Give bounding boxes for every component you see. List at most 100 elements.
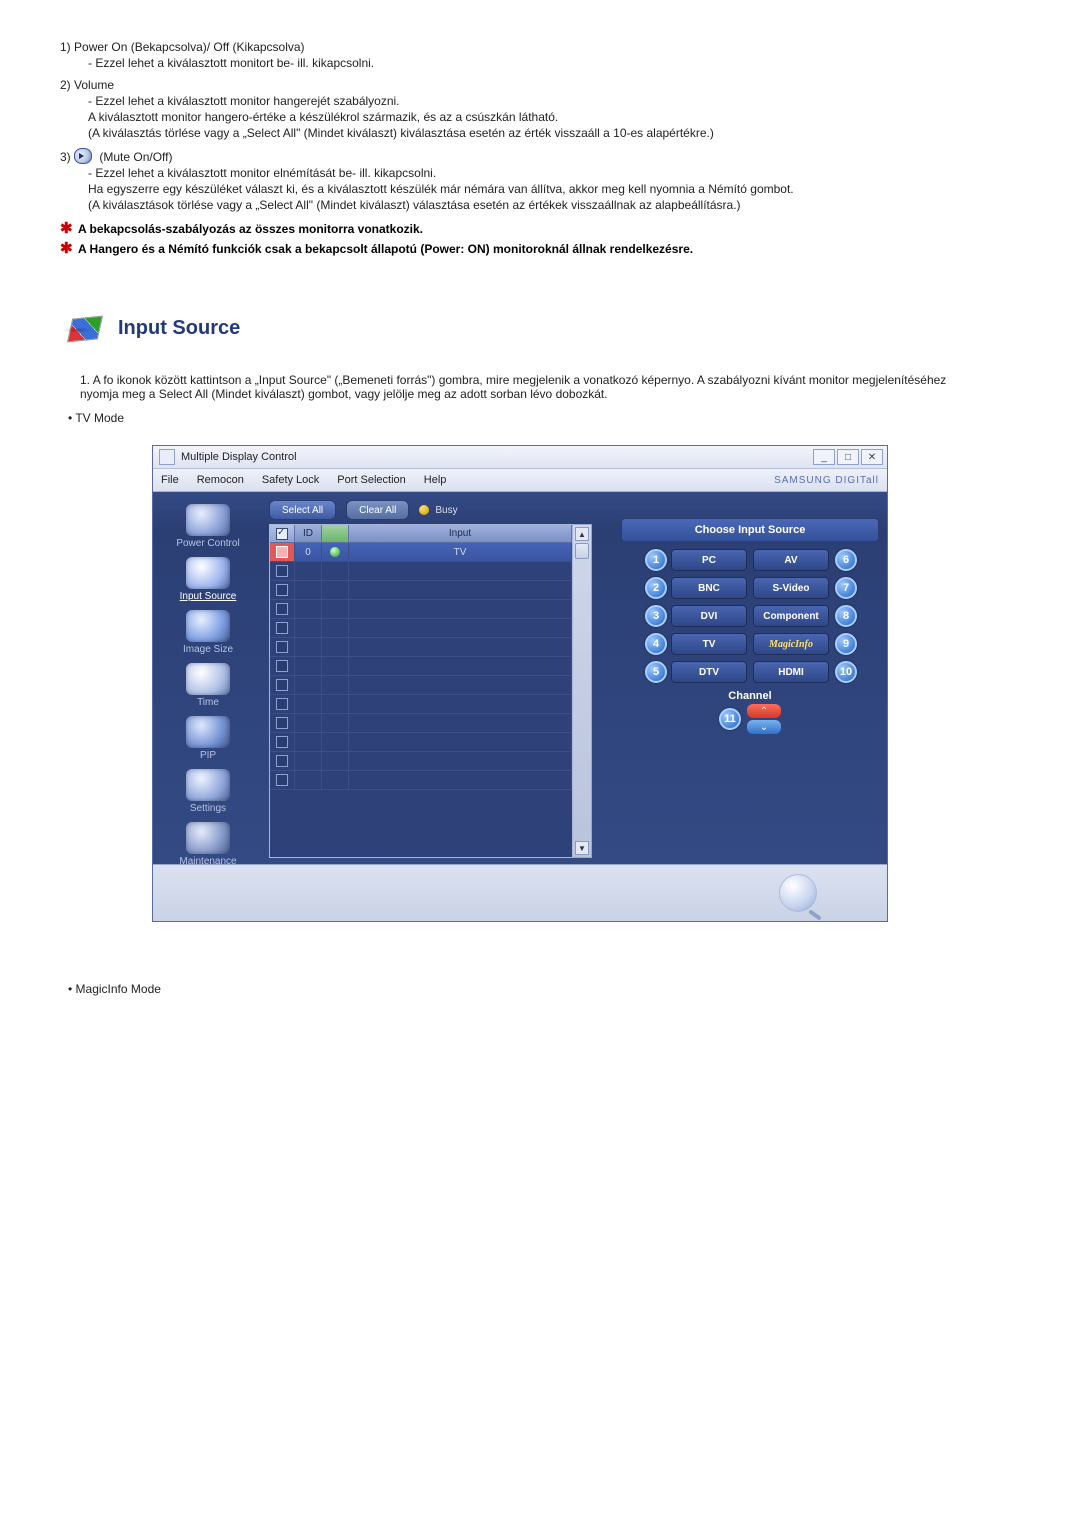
- clear-all-button[interactable]: Clear All: [346, 500, 409, 520]
- table-row[interactable]: [270, 600, 572, 619]
- nav-power-control[interactable]: Power Control: [153, 502, 263, 551]
- table-row[interactable]: [270, 771, 572, 790]
- table-row[interactable]: [270, 619, 572, 638]
- badge-6: 6: [835, 549, 857, 571]
- grid-area: ID Input 0 TV: [269, 524, 609, 858]
- col-checkbox[interactable]: [270, 525, 295, 542]
- screenshot-wrapper: Multiple Display Control _ □ ✕ File Remo…: [60, 445, 980, 922]
- app-window: Multiple Display Control _ □ ✕ File Remo…: [152, 445, 888, 922]
- busy-dot-icon: [419, 505, 429, 515]
- nav-maintenance[interactable]: Maintenance: [153, 820, 263, 869]
- para-index: 1.: [80, 373, 90, 387]
- status-dot-icon: [330, 547, 340, 557]
- numlist-item-mute: 3) (Mute On/Off) Ezzel lehet a kiválaszt…: [60, 148, 980, 212]
- maintenance-icon: [186, 822, 230, 854]
- select-all-button[interactable]: Select All: [269, 500, 336, 520]
- right-panel: Choose Input Source 1 PC AV 6 2 BNC S-Vi…: [615, 492, 887, 864]
- app-body: Power Control Input Source Image Size Ti…: [153, 492, 887, 864]
- table-row[interactable]: [270, 676, 572, 695]
- src-bnc[interactable]: BNC: [671, 577, 747, 599]
- nav-pip[interactable]: PIP: [153, 714, 263, 763]
- src-av[interactable]: AV: [753, 549, 829, 571]
- table-row[interactable]: 0 TV: [270, 543, 572, 562]
- toolbar-row: Select All Clear All Busy: [269, 500, 609, 520]
- image-size-icon: [186, 610, 230, 642]
- window-title: Multiple Display Control: [181, 451, 297, 463]
- choose-input-header: Choose Input Source: [621, 518, 879, 542]
- item-line: Ezzel lehet a kiválasztott monitor hange…: [88, 94, 980, 108]
- src-dtv[interactable]: DTV: [671, 661, 747, 683]
- row-id: 0: [295, 543, 322, 561]
- src-svideo[interactable]: S-Video: [753, 577, 829, 599]
- item-line: (A kiválasztás törlése vagy a „Select Al…: [88, 126, 980, 140]
- bullet-tv-mode: • TV Mode: [60, 411, 980, 425]
- table-row[interactable]: [270, 657, 572, 676]
- power-icon: [186, 504, 230, 536]
- numlist-item-power: 1) Power On (Bekapcsolva)/ Off (Kikapcso…: [60, 40, 980, 70]
- menu-remocon[interactable]: Remocon: [197, 474, 244, 486]
- brand-label: SAMSUNG DIGITall: [774, 475, 879, 486]
- item-title: Volume: [74, 78, 114, 92]
- menu-port-selection[interactable]: Port Selection: [337, 474, 405, 486]
- src-component[interactable]: Component: [753, 605, 829, 627]
- nav-image-size[interactable]: Image Size: [153, 608, 263, 657]
- grid-rows: 0 TV: [270, 543, 572, 790]
- scroll-down-icon[interactable]: ▼: [575, 841, 589, 855]
- bullet-magicinfo-mode: • MagicInfo Mode: [60, 982, 980, 996]
- col-input[interactable]: Input: [349, 525, 572, 542]
- titlebar: Multiple Display Control _ □ ✕: [153, 446, 887, 469]
- item-line: Ha egyszerre egy készüléket választ ki, …: [88, 182, 980, 196]
- time-icon: [186, 663, 230, 695]
- numlist-item-volume: 2) Volume Ezzel lehet a kiválasztott mon…: [60, 78, 980, 140]
- channel-down-button[interactable]: ⌄: [747, 720, 781, 734]
- menu-file[interactable]: File: [161, 474, 179, 486]
- section-header-row: Input Source: [60, 311, 980, 345]
- table-row[interactable]: [270, 695, 572, 714]
- magnifier-icon[interactable]: [779, 874, 817, 912]
- item-number: 2): [60, 78, 71, 92]
- item-line: (A kiválasztások törlése vagy a „Select …: [88, 198, 980, 212]
- badge-8: 8: [835, 605, 857, 627]
- menu-help[interactable]: Help: [424, 474, 447, 486]
- table-row[interactable]: [270, 752, 572, 771]
- checkbox-icon: [276, 528, 288, 540]
- badge-2: 2: [645, 577, 667, 599]
- section-title: Input Source: [118, 317, 240, 340]
- item-title: (Mute On/Off): [99, 150, 172, 164]
- minimize-button[interactable]: _: [813, 449, 835, 465]
- row-input: TV: [349, 543, 572, 561]
- grid-scrollbar[interactable]: ▲ ▼: [573, 524, 592, 858]
- channel-block: Channel 11 ⌃ ⌄: [621, 690, 879, 734]
- table-row[interactable]: [270, 714, 572, 733]
- col-id[interactable]: ID: [295, 525, 322, 542]
- app-icon: [159, 449, 175, 465]
- nav-label: Input Source: [180, 591, 237, 602]
- scroll-thumb[interactable]: [575, 543, 589, 559]
- table-row[interactable]: [270, 638, 572, 657]
- item-line: A kiválasztott monitor hangero-értéke a …: [88, 110, 980, 124]
- nav-time[interactable]: Time: [153, 661, 263, 710]
- table-row[interactable]: [270, 733, 572, 752]
- channel-up-button[interactable]: ⌃: [747, 704, 781, 718]
- table-row[interactable]: [270, 562, 572, 581]
- close-button[interactable]: ✕: [861, 449, 883, 465]
- src-hdmi[interactable]: HDMI: [753, 661, 829, 683]
- pip-icon: [186, 716, 230, 748]
- col-status[interactable]: [322, 525, 349, 542]
- nav-input-source[interactable]: Input Source: [153, 555, 263, 604]
- star-note-1: A bekapcsolás-szabályozás az összes moni…: [60, 222, 980, 236]
- menubar: File Remocon Safety Lock Port Selection …: [153, 469, 887, 492]
- src-dvi[interactable]: DVI: [671, 605, 747, 627]
- table-row[interactable]: [270, 581, 572, 600]
- src-pc[interactable]: PC: [671, 549, 747, 571]
- maximize-button[interactable]: □: [837, 449, 859, 465]
- star-note-2: A Hangero és a Némító funkciók csak a be…: [60, 242, 980, 256]
- nav-settings[interactable]: Settings: [153, 767, 263, 816]
- center-column: Select All Clear All Busy ID: [263, 492, 615, 864]
- scroll-up-icon[interactable]: ▲: [575, 527, 589, 541]
- menu-safety-lock[interactable]: Safety Lock: [262, 474, 319, 486]
- para-text: A fo ikonok között kattintson a „Input S…: [80, 373, 946, 401]
- src-tv[interactable]: TV: [671, 633, 747, 655]
- nav-label: Settings: [190, 803, 226, 814]
- src-magicinfo[interactable]: MagicInfo: [753, 633, 829, 655]
